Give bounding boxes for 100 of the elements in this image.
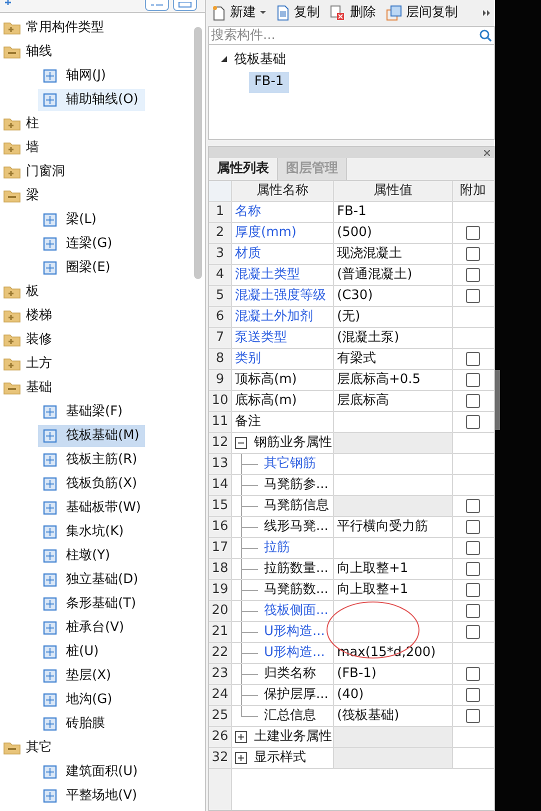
attach-checkbox[interactable]: [466, 289, 480, 303]
more-icon[interactable]: [483, 9, 491, 17]
attach-checkbox[interactable]: [466, 499, 480, 513]
scrollbar-thumb[interactable]: [194, 27, 202, 279]
category-label[interactable]: 楼梯: [26, 306, 52, 326]
category-label[interactable]: 轴线: [26, 42, 52, 62]
tree-item[interactable]: 地沟(G): [38, 689, 145, 711]
attach-checkbox[interactable]: [466, 562, 480, 576]
close-icon[interactable]: [484, 150, 490, 156]
tree-item[interactable]: 基础板带(W): [38, 497, 145, 519]
attach-checkbox[interactable]: [466, 604, 480, 618]
property-name: 拉筋数量...: [264, 560, 328, 578]
tree-item[interactable]: 集水坑(K): [38, 521, 145, 543]
category-label[interactable]: 板: [26, 282, 39, 302]
toolbar-button[interactable]: 删除: [330, 3, 376, 23]
attach-checkbox[interactable]: [466, 226, 480, 240]
tree-item[interactable]: 砖胎膜: [38, 713, 145, 735]
attach-checkbox[interactable]: [466, 583, 480, 597]
tree-item[interactable]: 圈梁(E): [38, 257, 145, 279]
component-icon: [42, 260, 58, 276]
property-value-cell[interactable]: 平行横向受力筋: [334, 517, 453, 537]
tree-item[interactable]: 建筑面积(U): [38, 761, 145, 783]
component-item[interactable]: FB-1: [249, 72, 289, 92]
property-value-cell[interactable]: [334, 727, 453, 747]
attach-checkbox[interactable]: [466, 247, 480, 261]
category-label[interactable]: 装修: [26, 330, 52, 350]
toolbar-button[interactable]: 新建: [212, 3, 266, 23]
attach-checkbox[interactable]: [466, 373, 480, 387]
property-value-cell[interactable]: 层底标高: [334, 391, 453, 411]
property-name: 混凝土外加剂: [235, 308, 313, 326]
tree-item[interactable]: 轴网(J): [38, 65, 145, 87]
attach-checkbox[interactable]: [466, 541, 480, 555]
attach-checkbox[interactable]: [466, 268, 480, 282]
plus-icon[interactable]: [4, 0, 12, 6]
attach-checkbox[interactable]: [466, 667, 480, 681]
attach-checkbox[interactable]: [466, 352, 480, 366]
open-folder-icon[interactable]: [3, 45, 21, 59]
toolbar-button[interactable]: 层间复制: [386, 3, 458, 23]
category-label[interactable]: 其它: [26, 738, 52, 758]
attach-checkbox[interactable]: [466, 709, 480, 723]
tree-item[interactable]: 桩(U): [38, 641, 145, 663]
tree-item[interactable]: 筏板主筋(R): [38, 449, 145, 471]
row-number: 8: [209, 349, 232, 369]
property-value-cell[interactable]: [334, 748, 453, 768]
list-view-button[interactable]: [145, 0, 169, 11]
attach-checkbox[interactable]: [466, 520, 480, 534]
category-label[interactable]: 基础: [26, 378, 52, 398]
expand-toggle[interactable]: [235, 731, 247, 743]
attach-checkbox[interactable]: [466, 625, 480, 639]
tree-item[interactable]: 基础梁(F): [38, 401, 145, 423]
category-label[interactable]: 门窗洞: [26, 162, 65, 182]
tree-item[interactable]: 垫层(X): [38, 665, 145, 687]
toolbar-button[interactable]: 复制: [276, 3, 320, 23]
component-icon: [42, 404, 58, 420]
tree-item[interactable]: 连梁(G): [38, 233, 145, 255]
folder-icon[interactable]: [3, 309, 21, 323]
folder-icon[interactable]: [3, 141, 21, 155]
detail-view-button[interactable]: [173, 0, 197, 11]
category-label[interactable]: 土方: [26, 354, 52, 374]
open-folder-icon[interactable]: [3, 741, 21, 755]
attach-checkbox[interactable]: [466, 688, 480, 702]
folder-icon[interactable]: [3, 333, 21, 347]
tree-item[interactable]: 梁(L): [38, 209, 145, 231]
property-name: 拉筋: [264, 539, 290, 558]
side-handle[interactable]: [495, 370, 500, 430]
category-label[interactable]: 柱: [26, 114, 39, 134]
folder-icon[interactable]: [3, 165, 21, 179]
tree-item[interactable]: 平整场地(V): [38, 785, 145, 807]
component-group-label[interactable]: 筏板基础: [234, 50, 286, 70]
panel-icon: [178, 2, 192, 8]
search-icon[interactable]: [479, 29, 492, 42]
expanded-triangle-icon[interactable]: [221, 56, 228, 64]
open-folder-icon[interactable]: [3, 189, 21, 203]
property-value-cell[interactable]: [334, 433, 453, 453]
folder-icon[interactable]: [3, 21, 21, 35]
tree-item[interactable]: 独立基础(D): [38, 569, 145, 591]
category-label[interactable]: 梁: [26, 186, 39, 206]
tree-item[interactable]: 条形基础(T): [38, 593, 145, 615]
tree-item[interactable]: 筏板负筋(X): [38, 473, 145, 495]
property-value-cell[interactable]: [334, 496, 453, 516]
category-label[interactable]: 墙: [26, 138, 39, 158]
folder-icon[interactable]: [3, 285, 21, 299]
property-value-cell[interactable]: 层底标高+0.5: [334, 370, 453, 390]
tree-item[interactable]: 辅助轴线(O): [38, 89, 145, 111]
expand-toggle[interactable]: [235, 752, 247, 764]
tree-item[interactable]: 柱墩(Y): [38, 545, 145, 567]
property-value-cell[interactable]: 现浇混凝土: [334, 244, 453, 264]
folder-icon[interactable]: [3, 117, 21, 131]
property-value-cell[interactable]: 有梁式: [334, 349, 453, 369]
tree-item[interactable]: 筏板基础(M): [38, 425, 145, 447]
category-label[interactable]: 常用构件类型: [26, 18, 104, 38]
tree-item[interactable]: 桩承台(V): [38, 617, 145, 639]
plus-icon: [237, 733, 245, 741]
attach-checkbox[interactable]: [466, 394, 480, 408]
open-folder-icon[interactable]: [3, 381, 21, 395]
component-icon: [42, 692, 58, 708]
property-name: U形构造...: [264, 623, 325, 642]
attach-checkbox[interactable]: [466, 415, 480, 429]
folder-icon[interactable]: [3, 357, 21, 371]
collapse-toggle[interactable]: [235, 437, 247, 449]
